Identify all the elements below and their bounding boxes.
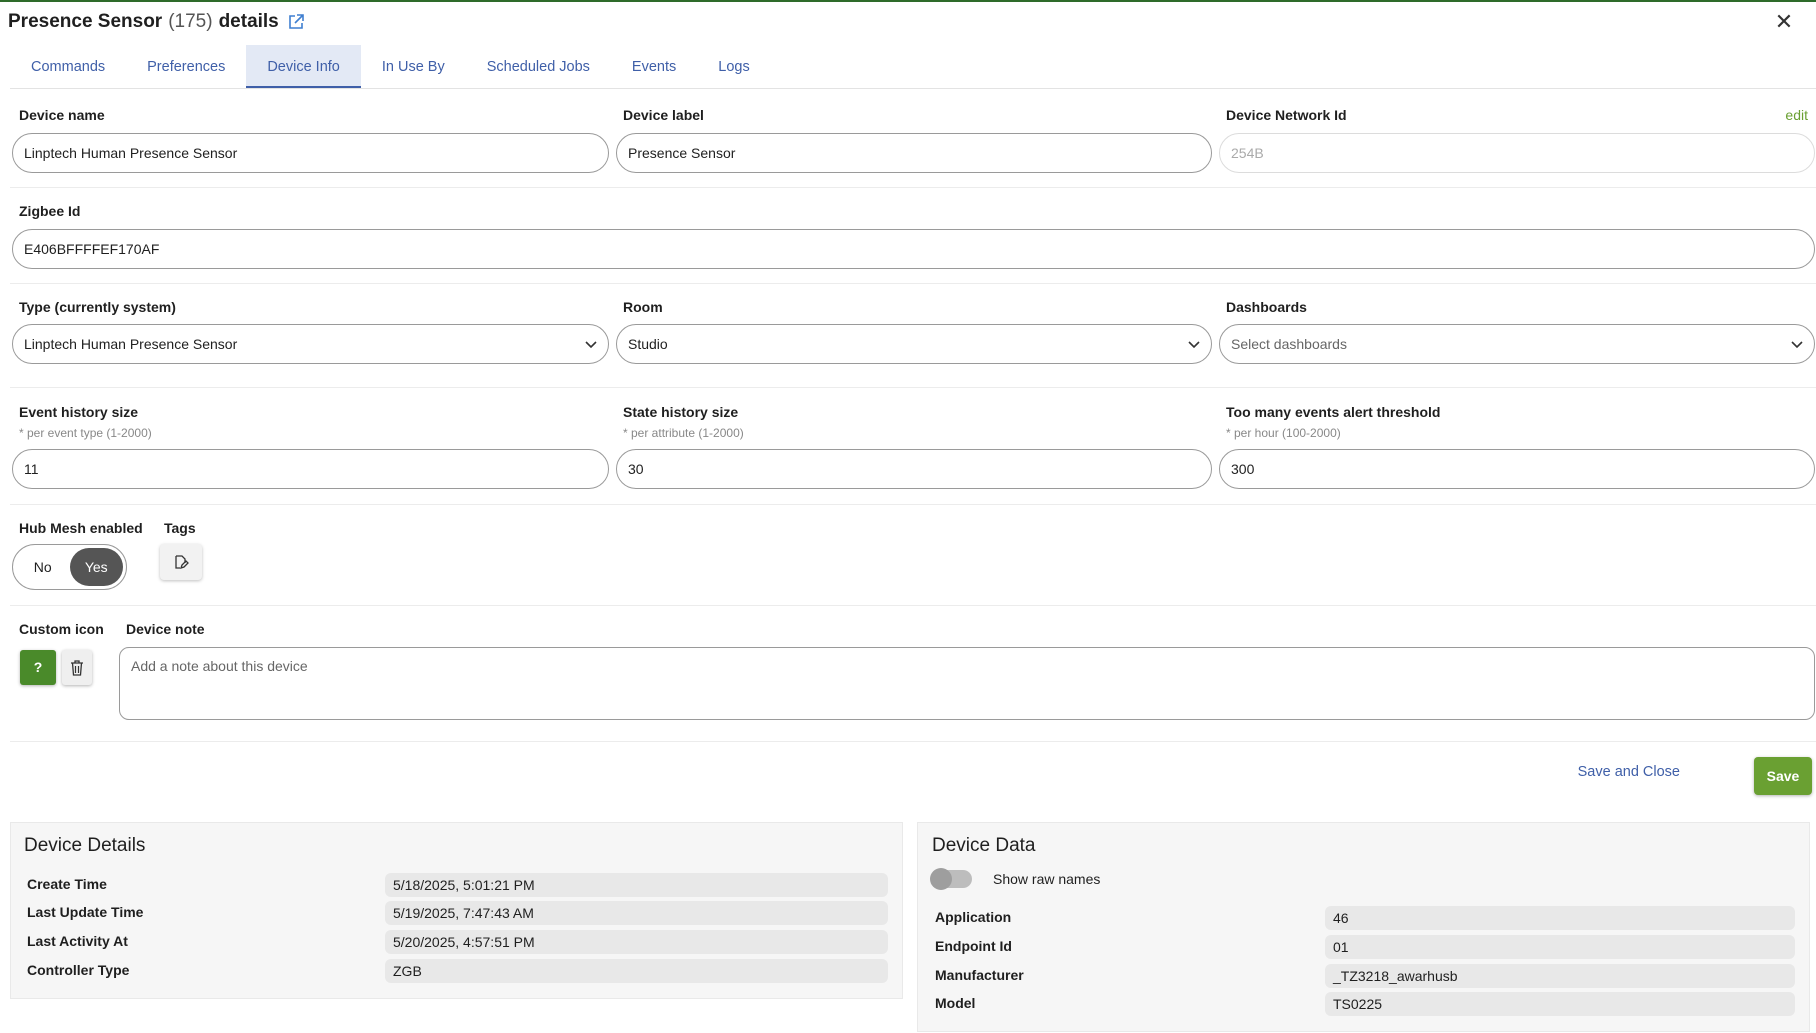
detail-row-label: Create Time xyxy=(27,876,107,892)
section-divider xyxy=(10,605,1816,606)
tab-logs[interactable]: Logs xyxy=(697,45,770,88)
chevron-down-icon xyxy=(585,341,597,349)
tab-commands[interactable]: Commands xyxy=(10,45,126,88)
delete-icon-button[interactable] xyxy=(62,650,92,685)
data-row-value: 46 xyxy=(1325,906,1795,930)
room-select-value: Studio xyxy=(628,336,668,352)
hub-mesh-no-option[interactable]: No xyxy=(16,548,70,586)
chevron-down-icon xyxy=(1188,341,1200,349)
device-name-input[interactable]: Linptech Human Presence Sensor xyxy=(12,133,609,173)
hub-mesh-yes-option[interactable]: Yes xyxy=(69,548,123,586)
hub-mesh-label: Hub Mesh enabled xyxy=(19,520,143,536)
device-data-panel: Device Data Show raw names Application 4… xyxy=(917,822,1810,1032)
device-label-label: Device label xyxy=(623,107,704,123)
dashboards-select[interactable]: Select dashboards xyxy=(1219,324,1815,364)
section-divider xyxy=(10,187,1816,188)
detail-row-value: 5/19/2025, 7:47:43 AM xyxy=(385,901,888,925)
device-note-label: Device note xyxy=(126,621,205,637)
network-id-label: Device Network Id xyxy=(1226,107,1347,123)
hub-mesh-toggle: No Yes xyxy=(12,544,127,590)
device-name-label: Device name xyxy=(19,107,105,123)
tabs-divider xyxy=(10,88,1816,89)
switch-knob xyxy=(930,868,952,890)
type-label: Type (currently system) xyxy=(19,299,176,315)
data-row-value: _TZ3218_awarhusb xyxy=(1325,964,1795,988)
state-history-input[interactable]: 30 xyxy=(616,449,1212,489)
state-history-hint: * per attribute (1-2000) xyxy=(623,426,744,440)
show-raw-names-switch[interactable] xyxy=(930,868,972,890)
tab-bar: Commands Preferences Device Info In Use … xyxy=(10,45,771,88)
data-row-label: Manufacturer xyxy=(935,967,1024,983)
tags-label: Tags xyxy=(164,520,196,536)
device-note-textarea[interactable]: Add a note about this device xyxy=(119,647,1815,720)
tab-events[interactable]: Events xyxy=(611,45,697,88)
type-select[interactable]: Linptech Human Presence Sensor xyxy=(12,324,609,364)
show-raw-names-label: Show raw names xyxy=(993,871,1101,887)
detail-row-value: ZGB xyxy=(385,959,888,983)
detail-row-label: Controller Type xyxy=(27,962,130,978)
device-label-input[interactable]: Presence Sensor xyxy=(616,133,1212,173)
custom-icon-button[interactable]: ? xyxy=(20,650,56,685)
event-history-hint: * per event type (1-2000) xyxy=(19,426,152,440)
detail-row-value: 5/20/2025, 4:57:51 PM xyxy=(385,930,888,954)
zigbee-id-label: Zigbee Id xyxy=(19,203,81,219)
threshold-hint: * per hour (100-2000) xyxy=(1226,426,1341,440)
state-history-label: State history size xyxy=(623,404,739,420)
network-id-edit-link[interactable]: edit xyxy=(1785,107,1808,123)
threshold-input[interactable]: 300 xyxy=(1219,449,1815,489)
detail-row-label: Last Update Time xyxy=(27,904,144,920)
tab-scheduled-jobs[interactable]: Scheduled Jobs xyxy=(466,45,611,88)
dashboards-label: Dashboards xyxy=(1226,299,1307,315)
custom-icon-label: Custom icon xyxy=(19,621,104,637)
section-divider xyxy=(10,504,1816,505)
network-id-input: 254B xyxy=(1219,133,1815,173)
edit-tags-button[interactable] xyxy=(160,544,202,580)
title-device-name: Presence Sensor xyxy=(8,11,163,32)
device-data-title: Device Data xyxy=(932,835,1036,856)
dialog-title: Presence Sensor (175) details xyxy=(8,8,305,36)
room-select[interactable]: Studio xyxy=(616,324,1212,364)
data-row-label: Endpoint Id xyxy=(935,938,1012,954)
trash-icon xyxy=(71,659,83,676)
title-suffix: details xyxy=(218,11,279,32)
section-divider xyxy=(10,283,1816,284)
chevron-down-icon xyxy=(1791,341,1803,349)
section-divider xyxy=(10,741,1816,742)
dashboards-placeholder: Select dashboards xyxy=(1231,336,1347,352)
room-label: Room xyxy=(623,299,663,315)
detail-row-label: Last Activity At xyxy=(27,933,128,949)
data-row-label: Model xyxy=(935,995,976,1011)
save-and-close-button[interactable]: Save and Close xyxy=(1578,764,1680,780)
detail-row-value: 5/18/2025, 5:01:21 PM xyxy=(385,873,888,897)
section-divider xyxy=(10,387,1816,388)
edit-tag-icon xyxy=(175,555,189,570)
tab-preferences[interactable]: Preferences xyxy=(126,45,246,88)
type-select-value: Linptech Human Presence Sensor xyxy=(24,336,238,352)
event-history-label: Event history size xyxy=(19,404,139,420)
tab-device-info[interactable]: Device Info xyxy=(246,45,361,88)
data-row-value: 01 xyxy=(1325,935,1795,959)
event-history-input[interactable]: 11 xyxy=(12,449,609,489)
title-device-count: (175) xyxy=(168,11,213,32)
zigbee-id-input[interactable]: E406BFFFFEF170AF xyxy=(12,229,1815,269)
data-row-value: TS0225 xyxy=(1325,992,1795,1016)
tab-in-use-by[interactable]: In Use By xyxy=(361,45,466,88)
device-details-title: Device Details xyxy=(24,835,146,856)
external-link-icon[interactable] xyxy=(287,13,305,31)
device-details-panel: Device Details Create Time 5/18/2025, 5:… xyxy=(10,822,903,999)
save-button[interactable]: Save xyxy=(1754,757,1812,795)
threshold-label: Too many events alert threshold xyxy=(1226,404,1441,420)
data-row-label: Application xyxy=(935,909,1012,925)
close-icon[interactable]: ✕ xyxy=(1772,10,1796,34)
